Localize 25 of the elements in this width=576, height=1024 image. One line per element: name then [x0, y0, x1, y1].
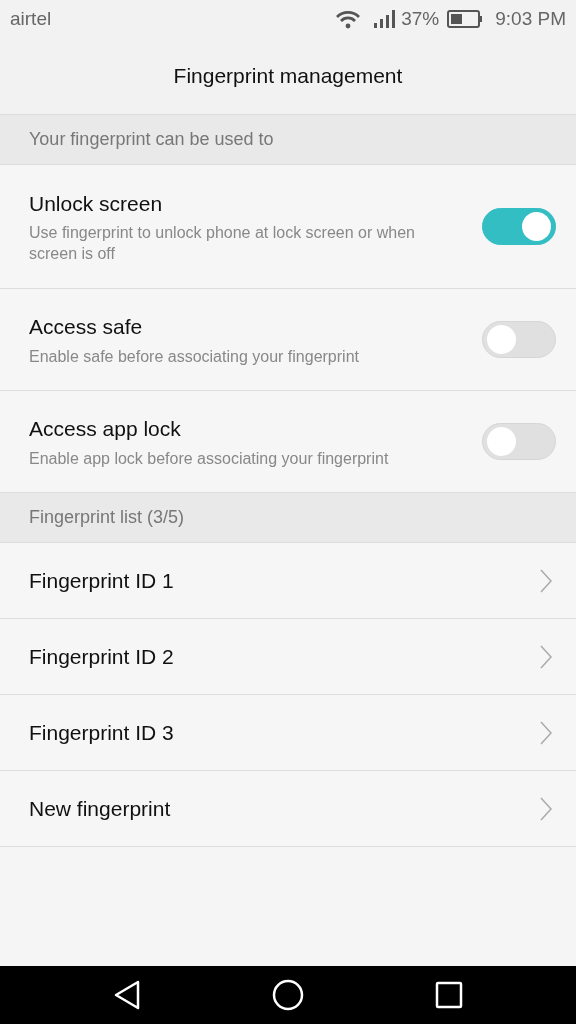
carrier-name: airtel [10, 6, 52, 31]
setting-description: Use fingerprint to unlock phone at lock screen or when screen is off [29, 223, 416, 265]
chevron-icon [540, 720, 552, 745]
home-icon[interactable] [272, 979, 304, 1011]
setting-description: Enable safe before associating your fingerprint [29, 346, 360, 367]
toggle-switch[interactable] [482, 321, 556, 358]
setting-label: Access app lock [29, 416, 182, 443]
wifi-icon [335, 9, 362, 29]
page-title: Fingerprint management [173, 63, 403, 90]
clock-time: 9:03 PM [495, 6, 566, 31]
signal-icon [373, 9, 398, 29]
setting-label: Unlock screen [29, 190, 164, 217]
back-icon[interactable] [113, 980, 142, 1010]
battery-icon [447, 10, 484, 28]
chevron-icon [540, 644, 552, 669]
toggle-switch[interactable] [482, 208, 556, 245]
recents-icon[interactable] [434, 981, 463, 1009]
setting-description: Enable app lock before associating your fingerprint [29, 448, 390, 469]
section-header: Fingerprint list (3/5) [29, 506, 185, 529]
toggle-switch[interactable] [482, 423, 556, 460]
setting-label: Access safe [29, 314, 144, 341]
battery-percent: 37% [401, 6, 440, 31]
chevron-icon [540, 568, 552, 593]
chevron-icon [540, 796, 552, 821]
section-header: Your fingerprint can be used to [29, 128, 274, 151]
